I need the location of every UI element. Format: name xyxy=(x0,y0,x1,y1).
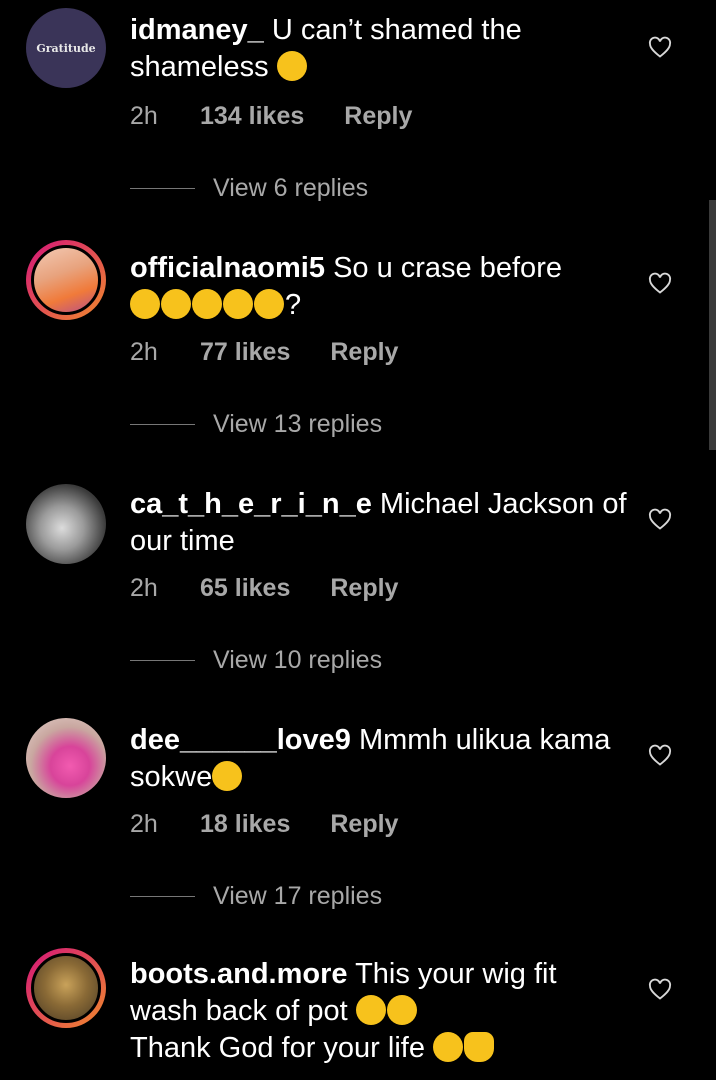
view-replies-button[interactable]: View 10 replies xyxy=(130,646,382,675)
like-heart-icon[interactable] xyxy=(648,36,672,60)
tears-of-joy-emoji-icon xyxy=(355,995,386,1025)
tears-of-joy-emoji-icon xyxy=(254,289,284,319)
comment-meta: 2h 77 likes Reply xyxy=(130,338,398,367)
likes-count[interactable]: 18 likes xyxy=(200,810,290,839)
like-heart-icon[interactable] xyxy=(648,508,672,532)
likes-count[interactable]: 65 likes xyxy=(200,574,290,603)
view-replies-button[interactable]: View 6 replies xyxy=(130,174,368,203)
tears-of-joy-emoji-icon xyxy=(223,289,253,319)
avatar-label: Gratitude xyxy=(36,41,96,55)
likes-count[interactable]: 134 likes xyxy=(200,102,304,131)
comment-text: dee______love9 Mmmh ulikua kama sokwe xyxy=(130,722,630,796)
like-heart-icon[interactable] xyxy=(648,272,672,296)
comment-suffix: ? xyxy=(285,289,302,321)
reply-button[interactable]: Reply xyxy=(330,810,398,839)
view-replies-label: View 13 replies xyxy=(213,410,383,438)
view-replies-label: View 6 replies xyxy=(213,174,369,202)
username[interactable]: ca_t_h_e_r_i_n_e xyxy=(130,488,372,520)
view-replies-label: View 17 replies xyxy=(213,882,383,910)
timestamp: 2h xyxy=(130,810,158,838)
tears-of-joy-emoji-icon xyxy=(192,289,222,319)
reply-button[interactable]: Reply xyxy=(330,574,398,603)
tears-of-joy-emoji-icon xyxy=(276,51,307,81)
waving-hand-emoji-icon xyxy=(464,1032,495,1062)
timestamp: 2h xyxy=(130,338,158,366)
timestamp: 2h xyxy=(130,574,158,602)
reply-button[interactable]: Reply xyxy=(344,102,412,131)
comment-body: So u crase before xyxy=(333,252,562,284)
timestamp: 2h xyxy=(130,102,158,130)
avatar[interactable] xyxy=(26,948,106,1028)
tears-of-joy-emoji-icon xyxy=(212,761,243,791)
avatar[interactable] xyxy=(26,718,106,798)
comment-body-line2: Thank God for your life xyxy=(130,1032,425,1064)
divider xyxy=(130,660,195,661)
tears-of-joy-emoji-icon xyxy=(433,1032,464,1062)
view-replies-button[interactable]: View 13 replies xyxy=(130,410,382,439)
reply-button[interactable]: Reply xyxy=(330,338,398,367)
comment-meta: 2h 134 likes Reply xyxy=(130,102,412,131)
like-heart-icon[interactable] xyxy=(648,978,672,1002)
divider xyxy=(130,896,195,897)
comment-meta: 2h 65 likes Reply xyxy=(130,574,398,603)
divider xyxy=(130,188,195,189)
comment-text: officialnaomi5 So u crase before ? xyxy=(130,250,630,324)
avatar[interactable] xyxy=(26,240,106,320)
comment-text: ca_t_h_e_r_i_n_e Michael Jackson of our … xyxy=(130,486,630,560)
view-replies-label: View 10 replies xyxy=(213,646,383,674)
comment-text: boots.and.more This your wig fit wash ba… xyxy=(130,956,630,1067)
username[interactable]: idmaney_ xyxy=(130,14,264,46)
username[interactable]: dee______love9 xyxy=(130,724,351,756)
avatar[interactable]: Gratitude xyxy=(26,8,106,88)
scrollbar[interactable] xyxy=(709,200,716,450)
thinking-emoji-icon xyxy=(130,289,160,319)
neutral-emoji-icon xyxy=(161,289,191,319)
username[interactable]: officialnaomi5 xyxy=(130,252,325,284)
view-replies-button[interactable]: View 17 replies xyxy=(130,882,382,911)
divider xyxy=(130,424,195,425)
comment-text: idmaney_ U can’t shamed the shameless xyxy=(130,12,630,86)
avatar[interactable] xyxy=(26,484,106,564)
comment-meta: 2h 18 likes Reply xyxy=(130,810,398,839)
username[interactable]: boots.and.more xyxy=(130,958,348,990)
likes-count[interactable]: 77 likes xyxy=(200,338,290,367)
tears-of-joy-emoji-icon xyxy=(386,995,417,1025)
like-heart-icon[interactable] xyxy=(648,744,672,768)
